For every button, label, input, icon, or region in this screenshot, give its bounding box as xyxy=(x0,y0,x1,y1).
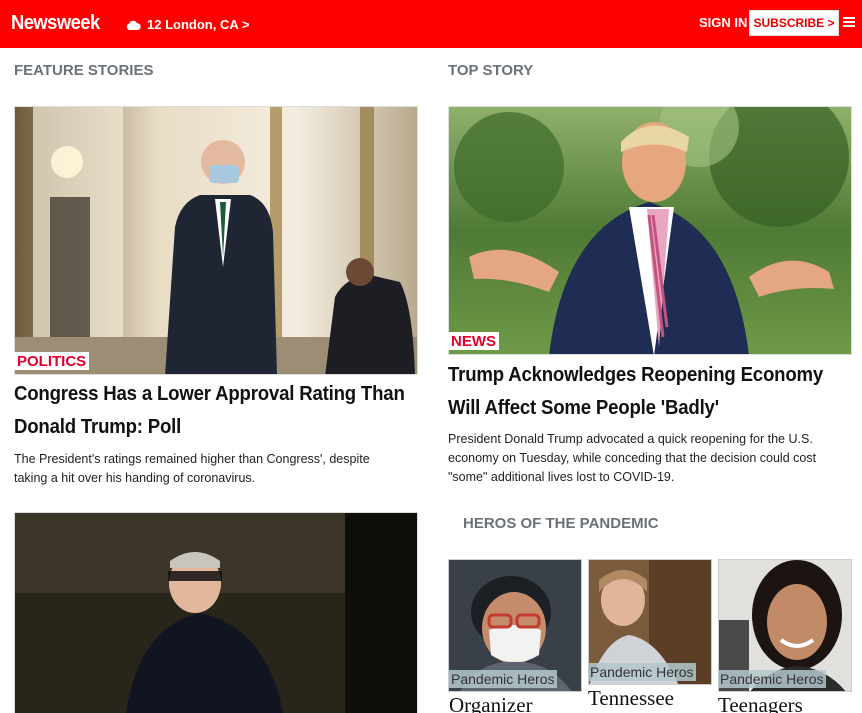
cloud-icon xyxy=(126,20,141,30)
weather-widget[interactable]: 12 London, CA > xyxy=(126,17,249,32)
top-story-heading: TOP STORY xyxy=(448,62,534,79)
top-story-image[interactable] xyxy=(448,106,852,355)
top-headline-line1: Trump Acknowledges Reopening Economy xyxy=(448,364,824,386)
hero-name-1[interactable]: Organizer xyxy=(449,693,533,713)
feature-headline[interactable]: Congress Has a Lower Approval Rating Tha… xyxy=(14,378,423,444)
feature-stories-heading: FEATURE STORIES xyxy=(14,62,154,79)
top-headline-line2: Will Affect Some People 'Badly' xyxy=(448,397,719,419)
hero-tag-2: Pandemic Heros xyxy=(588,663,696,681)
politics-tag[interactable]: POLITICS xyxy=(14,352,90,370)
top-nav-bar: Newsweek 12 London, CA > SIGN IN SUBSCRI… xyxy=(0,0,862,48)
feature-story-image[interactable] xyxy=(14,106,418,375)
top-summary-line2: economy on Tuesday, while conceding that… xyxy=(448,451,817,465)
feature-summary-line1: The President's ratings remained higher … xyxy=(14,452,370,466)
hamburger-menu-icon[interactable] xyxy=(843,17,855,28)
subscribe-button[interactable]: SUBSCRIBE > xyxy=(749,10,839,36)
feature-headline-line1: Congress Has a Lower Approval Rating Tha… xyxy=(14,383,405,405)
feature-story-2-image[interactable] xyxy=(14,512,418,713)
top-summary-line3: "some" additional lives lost to COVID-19… xyxy=(448,470,675,484)
top-summary-line1: President Donald Trump advocated a quick… xyxy=(448,432,813,446)
hero-name-3[interactable]: Teenagers xyxy=(718,693,803,713)
feature-summary-line2: taking a hit over his handing of coronav… xyxy=(14,471,256,485)
heros-heading: HEROS OF THE PANDEMIC xyxy=(463,515,659,532)
top-story-summary: President Donald Trump advocated a quick… xyxy=(448,430,858,487)
news-tag[interactable]: NEWS xyxy=(448,332,499,350)
sign-in-link[interactable]: SIGN IN xyxy=(699,15,747,30)
feature-headline-line2: Donald Trump: Poll xyxy=(14,416,182,438)
hero-name-2[interactable]: Tennessee xyxy=(588,686,674,711)
hero-tag-3: Pandemic Heros xyxy=(718,670,826,688)
feature-summary: The President's ratings remained higher … xyxy=(14,450,414,488)
weather-text: 12 London, CA > xyxy=(147,17,250,32)
hero-tag-1: Pandemic Heros xyxy=(449,670,557,688)
top-story-headline[interactable]: Trump Acknowledges Reopening Economy Wil… xyxy=(448,359,857,425)
newsweek-logo[interactable]: Newsweek xyxy=(11,12,100,35)
